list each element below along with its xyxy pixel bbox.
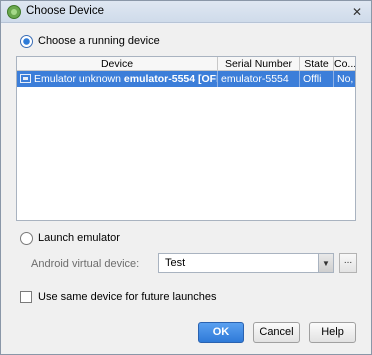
device-cell: Emulator unknown emulator-5554 [OFFL [17, 71, 218, 87]
same-device-label[interactable]: Use same device for future launches [38, 291, 217, 303]
table-row[interactable]: Emulator unknown emulator-5554 [OFFL emu… [17, 71, 355, 87]
emulator-device-icon [20, 74, 31, 83]
device-table[interactable]: Device Serial Number State Co... Emulato… [16, 56, 356, 221]
compatible-cell: No, [337, 73, 354, 85]
avd-dropdown[interactable]: Test ▼ [158, 253, 334, 273]
serial-cell: emulator-5554 [218, 71, 300, 87]
column-header-compatible[interactable]: Co... [334, 57, 355, 71]
avd-label: Android virtual device: [31, 258, 140, 270]
state-cell: Offli [300, 71, 334, 87]
device-serial-label: emulator-5554 [OFFL [123, 73, 217, 85]
dialog-content: Choose a running device Device Serial Nu… [1, 24, 371, 354]
close-button[interactable]: ✕ [349, 4, 365, 19]
column-header-serial-number[interactable]: Serial Number [218, 57, 300, 71]
avd-selected-value: Test [165, 257, 186, 269]
choose-device-dialog: Choose Device ✕ Choose a running device … [0, 0, 372, 355]
launch-emulator-radio[interactable] [20, 232, 33, 245]
avd-browse-button[interactable]: ... [339, 253, 357, 273]
title-bar: Choose Device ✕ [1, 1, 371, 23]
device-table-header: Device Serial Number State Co... [17, 57, 355, 71]
ok-button[interactable]: OK [198, 322, 244, 343]
device-name: Emulator unknown [34, 73, 124, 85]
column-header-device[interactable]: Device [17, 57, 218, 71]
same-device-checkbox[interactable] [20, 291, 32, 303]
column-header-state[interactable]: State [300, 57, 334, 71]
choose-running-device-radio[interactable] [20, 35, 33, 48]
help-button[interactable]: Help [309, 322, 356, 343]
android-studio-icon [7, 5, 21, 19]
choose-running-device-label[interactable]: Choose a running device [38, 35, 160, 47]
launch-emulator-label[interactable]: Launch emulator [38, 232, 120, 244]
cancel-button[interactable]: Cancel [253, 322, 300, 343]
chevron-down-icon[interactable]: ▼ [318, 254, 333, 272]
window-title: Choose Device [26, 5, 104, 17]
